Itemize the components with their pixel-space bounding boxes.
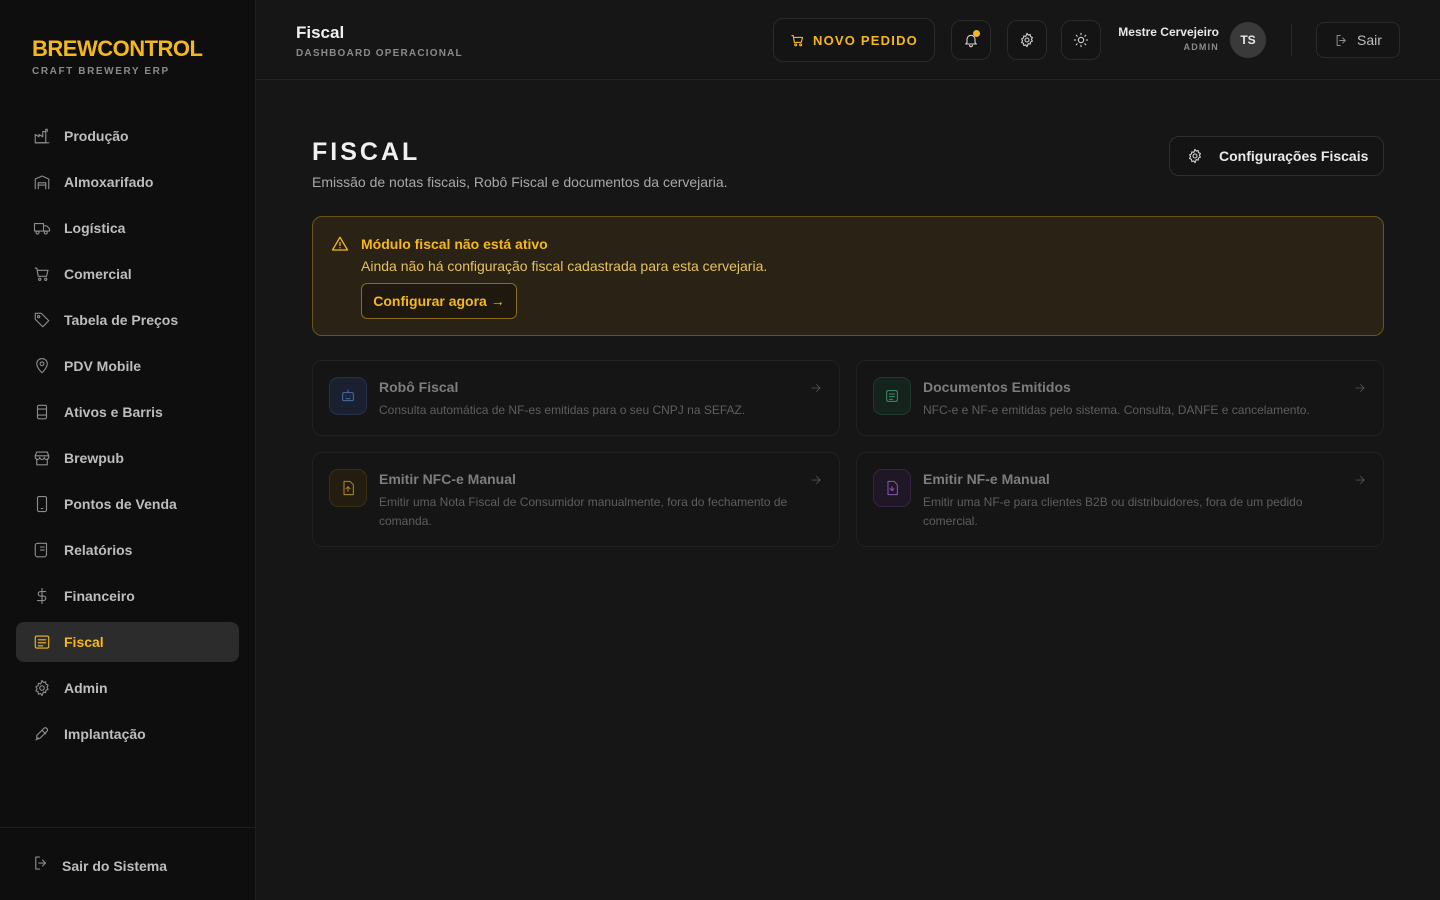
page-subtitle: Emissão de notas fiscais, Robô Fiscal e …	[312, 174, 728, 190]
sidebar: BREWCONTROL CRAFT BREWERY ERP Produção A…	[0, 0, 256, 900]
file-download-icon	[873, 469, 911, 507]
sidebar-item-label: Logística	[64, 220, 126, 236]
robot-icon	[329, 377, 367, 415]
receipt-icon	[32, 632, 52, 652]
card-description: Emitir uma NF-e para clientes B2B ou dis…	[923, 495, 1303, 528]
sidebar-item-label: PDV Mobile	[64, 358, 142, 374]
sidebar-item-pdv-mobile[interactable]: PDV Mobile	[16, 346, 239, 386]
arrow-right-icon	[1353, 381, 1367, 400]
factory-icon	[32, 126, 52, 146]
arrow-right-icon	[809, 473, 823, 492]
notification-dot	[973, 30, 980, 37]
avatar[interactable]: TS	[1230, 22, 1266, 58]
card-robo-fiscal[interactable]: Robô Fiscal Consulta automática de NF-es…	[312, 360, 840, 436]
brand-subtitle: CRAFT BREWERY ERP	[32, 66, 170, 77]
sidebar-footer: Sair do Sistema	[0, 827, 255, 900]
sidebar-item-relatorios[interactable]: Relatórios	[16, 530, 239, 570]
fiscal-settings-label: Configurações Fiscais	[1219, 148, 1369, 164]
card-title: Emitir NF-e Manual	[923, 471, 1050, 487]
sidebar-item-label: Admin	[64, 680, 108, 696]
map-pin-icon	[32, 356, 52, 376]
user-role: ADMIN	[1183, 42, 1219, 52]
document-list-icon	[873, 377, 911, 415]
cart-icon	[791, 34, 804, 46]
exit-label: Sair	[1357, 32, 1382, 48]
sidebar-item-label: Produção	[64, 128, 129, 144]
sidebar-item-label: Ativos e Barris	[64, 404, 163, 420]
page-title: FISCAL	[312, 138, 421, 166]
smartphone-icon	[32, 494, 52, 514]
sidebar-item-label: Comercial	[64, 266, 132, 282]
sidebar-item-financeiro[interactable]: Financeiro	[16, 576, 239, 616]
settings-button[interactable]	[1007, 20, 1047, 60]
scroll-icon	[32, 540, 52, 560]
card-emitir-nfce-manual[interactable]: Emitir NFC-e Manual Emitir uma Nota Fisc…	[312, 452, 840, 547]
alert-title: Módulo fiscal não está ativo	[361, 236, 548, 252]
rocket-icon	[32, 724, 52, 744]
gear-icon	[1189, 148, 1201, 164]
brand-name: BREWCONTROL	[32, 36, 203, 61]
top-header: Fiscal DASHBOARD OPERACIONAL NOVO PEDIDO…	[256, 0, 1440, 80]
sidebar-item-fiscal[interactable]: Fiscal	[16, 622, 239, 662]
brand[interactable]: BREWCONTROL CRAFT BREWERY ERP	[32, 36, 203, 77]
header-divider	[1291, 24, 1292, 56]
exit-button[interactable]: Sair	[1316, 22, 1400, 58]
sidebar-item-tabela-de-precos[interactable]: Tabela de Preços	[16, 300, 239, 340]
sidebar-item-admin[interactable]: Admin	[16, 668, 239, 708]
sidebar-item-label: Financeiro	[64, 588, 135, 604]
sidebar-item-brewpub[interactable]: Brewpub	[16, 438, 239, 478]
gear-icon	[1021, 32, 1033, 48]
sidebar-item-label: Brewpub	[64, 450, 124, 466]
sidebar-item-label: Almoxarifado	[64, 174, 154, 190]
dollar-icon	[32, 586, 52, 606]
new-order-label: NOVO PEDIDO	[813, 32, 918, 48]
new-order-button[interactable]: NOVO PEDIDO	[773, 18, 935, 62]
sidebar-item-label: Tabela de Preços	[64, 312, 179, 328]
user-info[interactable]: Mestre Cervejeiro ADMIN	[1086, 25, 1219, 52]
notifications-button[interactable]	[951, 20, 991, 60]
sidebar-item-logistica[interactable]: Logística	[16, 208, 239, 248]
warning-icon	[331, 235, 349, 258]
card-title: Emitir NFC-e Manual	[379, 471, 516, 487]
logout-icon	[1336, 34, 1346, 46]
logout-label: Sair do Sistema	[62, 857, 168, 874]
configure-now-button[interactable]: Configurar agora →	[361, 283, 517, 319]
sidebar-item-almoxarifado[interactable]: Almoxarifado	[16, 162, 239, 202]
card-emitir-nfe-manual[interactable]: Emitir NF-e Manual Emitir uma NF-e para …	[856, 452, 1384, 547]
sidebar-item-ativos-e-barris[interactable]: Ativos e Barris	[16, 392, 239, 432]
sidebar-item-producao[interactable]: Produção	[16, 116, 239, 156]
card-title: Robô Fiscal	[379, 379, 459, 395]
sidebar-item-comercial[interactable]: Comercial	[16, 254, 239, 294]
sidebar-item-label: Relatórios	[64, 542, 133, 558]
card-description: Consulta automática de NF-es emitidas pa…	[379, 403, 746, 417]
warehouse-icon	[32, 172, 52, 192]
sidebar-item-pontos-de-venda[interactable]: Pontos de Venda	[16, 484, 239, 524]
card-documentos-emitidos[interactable]: Documentos Emitidos NFC-e e NF-e emitida…	[856, 360, 1384, 436]
arrow-right-icon	[809, 381, 823, 400]
card-description: NFC-e e NF-e emitidas pelo sistema. Cons…	[923, 403, 1310, 417]
barrel-icon	[32, 402, 52, 422]
card-title: Documentos Emitidos	[923, 379, 1071, 395]
sidebar-item-label: Implantação	[64, 726, 146, 742]
logout-icon	[32, 854, 50, 877]
sidebar-item-implantacao[interactable]: Implantação	[16, 714, 239, 754]
fiscal-settings-button[interactable]: Configurações Fiscais	[1169, 136, 1384, 176]
tag-icon	[32, 310, 52, 330]
sidebar-nav: Produção Almoxarifado Logística Comercia…	[16, 116, 239, 760]
gear-icon	[32, 678, 52, 698]
sidebar-item-label: Pontos de Venda	[64, 496, 177, 512]
header-subtitle: DASHBOARD OPERACIONAL	[296, 48, 463, 59]
header-title: Fiscal	[296, 23, 345, 42]
user-name: Mestre Cervejeiro	[1118, 25, 1219, 39]
card-description: Emitir uma Nota Fiscal de Consumidor man…	[379, 495, 788, 528]
alert-text: Ainda não há configuração fiscal cadastr…	[361, 258, 768, 274]
fiscal-inactive-alert: Módulo fiscal não está ativo Ainda não h…	[312, 216, 1384, 336]
sidebar-item-label: Fiscal	[64, 634, 104, 650]
cart-icon	[32, 264, 52, 284]
store-icon	[32, 448, 52, 468]
arrow-right-icon	[1353, 473, 1367, 492]
truck-icon	[32, 218, 52, 238]
logout-button[interactable]: Sair do Sistema	[32, 854, 167, 877]
file-upload-icon	[329, 469, 367, 507]
